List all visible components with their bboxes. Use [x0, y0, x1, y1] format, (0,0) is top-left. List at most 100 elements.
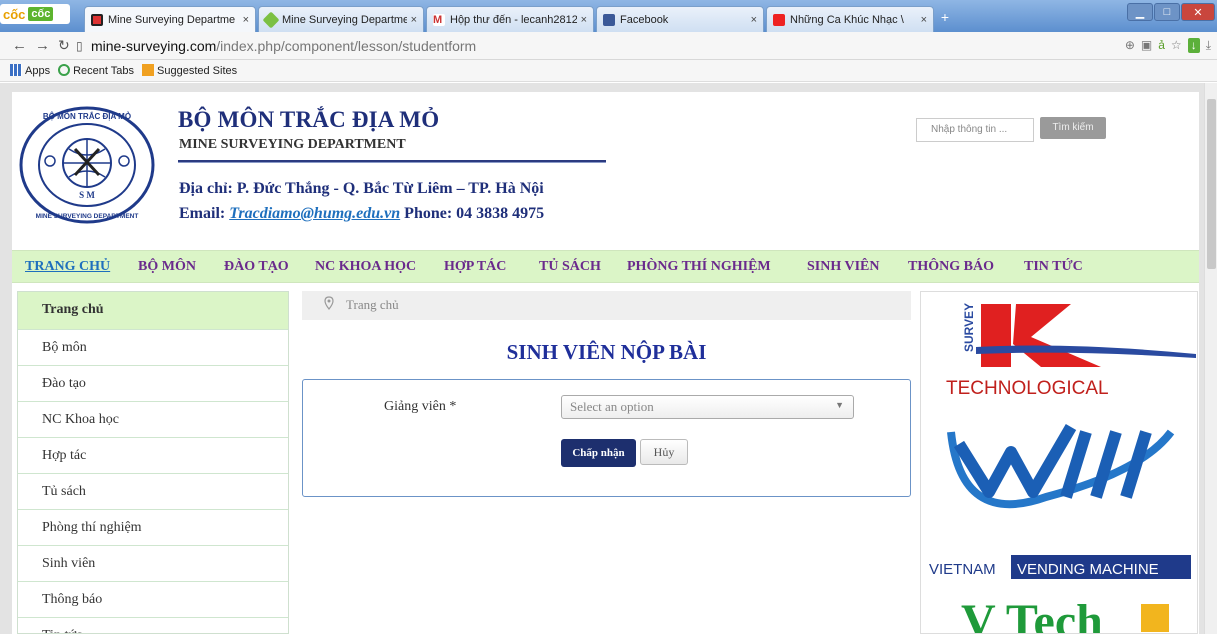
- tab-title: Facebook: [620, 13, 669, 26]
- main-menu: TRANG CHỦ BỘ MÔN ĐÀO TẠO NC KHOA HỌC HỢP…: [12, 250, 1199, 283]
- dictionary-icon[interactable]: ả: [1158, 38, 1165, 53]
- ad2-right-text: VENDING MACHINE: [1017, 561, 1159, 578]
- menu-item-tin-tuc[interactable]: TIN TỨC: [1024, 259, 1083, 275]
- star-icon[interactable]: ☆: [1171, 38, 1182, 53]
- lecturer-label: Giảng viên *: [384, 399, 457, 414]
- maximize-button[interactable]: □: [1154, 3, 1180, 21]
- breadcrumb-home[interactable]: Trang chủ: [346, 297, 399, 312]
- menu-item-tu-sach[interactable]: TỦ SÁCH: [539, 259, 601, 275]
- menu-item-hop-tac[interactable]: HỢP TÁC: [444, 259, 506, 275]
- close-icon[interactable]: ×: [407, 14, 417, 26]
- email-link[interactable]: Tracdiamo@humg.edu.vn: [229, 205, 400, 222]
- lecturer-select[interactable]: Select an option ▼: [561, 395, 854, 419]
- apps-icon: [10, 64, 22, 76]
- tab-mine-surveying-2[interactable]: Mine Surveying Departme ×: [258, 6, 424, 32]
- close-icon[interactable]: ×: [577, 14, 587, 26]
- site-subtitle: MINE SURVEYING DEPARTMENT: [179, 137, 406, 152]
- ad-vietnam-vending[interactable]: VIETNAM VENDING MACHINE: [929, 423, 1191, 579]
- sidebar-item-tu-sach[interactable]: Tủ sách: [18, 474, 288, 510]
- url-path: /index.php/component/lesson/studentform: [216, 38, 477, 54]
- bookmark-suggested-sites[interactable]: Suggested Sites: [142, 64, 237, 77]
- select-placeholder: Select an option: [570, 399, 654, 414]
- search-input[interactable]: Nhập thông tin ...: [916, 118, 1034, 142]
- ad-nk-technological[interactable]: SURVEY TECHNOLOGICAL: [946, 303, 1196, 399]
- menu-item-dao-tao[interactable]: ĐÀO TẠO: [224, 259, 289, 275]
- contact-line: Email: Tracdiamo@humg.edu.vn Phone: 04 3…: [179, 205, 544, 223]
- tab-bar: cốc cốc Mine Surveying Departme × Mine Su…: [0, 0, 1217, 32]
- close-icon[interactable]: ×: [917, 14, 927, 26]
- zoom-icon[interactable]: ⊕: [1125, 38, 1135, 53]
- department-logo-icon: S M BỘ MÔN TRẮC ĐỊA MỎ MINE SURVEYING DE…: [19, 106, 155, 224]
- location-pin-icon: [324, 296, 334, 310]
- minimize-button[interactable]: ▁: [1127, 3, 1153, 21]
- close-icon[interactable]: ×: [747, 14, 757, 26]
- menu-item-sinh-vien[interactable]: SINH VIÊN: [807, 259, 880, 275]
- tab-title: Những Ca Khúc Nhạc \: [790, 13, 904, 26]
- sidebar-item-trang-chu[interactable]: Trang chủ: [18, 292, 288, 330]
- menu-item-nc-khoa-hoc[interactable]: NC KHOA HỌC: [315, 259, 416, 275]
- logo-text-bottom: MINE SURVEYING DEPARTMENT: [36, 213, 139, 220]
- submit-button[interactable]: Chấp nhận: [561, 439, 636, 467]
- bookmark-apps[interactable]: Apps: [10, 64, 50, 77]
- chevron-down-icon: ▼: [835, 400, 844, 410]
- ad1-text: TECHNOLOGICAL: [946, 378, 1109, 399]
- bookmarks-bar: Apps Recent Tabs Suggested Sites: [0, 60, 1217, 82]
- tab-youtube[interactable]: Những Ca Khúc Nhạc \ ×: [766, 6, 934, 32]
- scrollbar-thumb[interactable]: [1207, 99, 1216, 269]
- forward-icon[interactable]: →: [35, 37, 50, 54]
- sidebar-item-tin-tuc[interactable]: Tin tức: [18, 618, 288, 633]
- header-divider: [178, 160, 606, 163]
- download-arrow-icon[interactable]: ↓: [1187, 38, 1200, 53]
- url-field[interactable]: mine-surveying.com/index.php/component/l…: [91, 38, 476, 54]
- site-name[interactable]: BỘ MÔN TRẮC ĐỊA MỎ: [178, 107, 439, 133]
- search-button[interactable]: Tìm kiếm: [1040, 117, 1106, 139]
- address-bar-icons: ⊕ ▣ ả ☆ ↓ ⤓: [1125, 38, 1211, 53]
- tab-title: Mine Surveying Departme: [282, 13, 407, 26]
- ad-vtech[interactable]: V Tech: [961, 595, 1169, 634]
- close-window-button[interactable]: ✕: [1181, 3, 1215, 21]
- reload-icon[interactable]: ↻: [58, 37, 70, 54]
- translate-icon[interactable]: ▣: [1141, 38, 1152, 53]
- breadcrumb: Trang chủ: [302, 291, 911, 320]
- logo-text-top: BỘ MÔN TRẮC ĐỊA MỎ: [43, 112, 131, 121]
- sidebar-item-sinh-vien[interactable]: Sinh viên: [18, 546, 288, 582]
- address-text: Địa chỉ: P. Đức Thắng - Q. Bắc Từ Liêm –…: [179, 180, 544, 197]
- downloads-icon[interactable]: ⤓: [1206, 38, 1211, 53]
- browser-logo[interactable]: cốc cốc: [0, 4, 70, 24]
- bookmark-recent-tabs[interactable]: Recent Tabs: [58, 64, 134, 77]
- cancel-button[interactable]: Hủy: [640, 439, 688, 465]
- menu-item-phong-thi-nghiem[interactable]: PHÒNG THÍ NGHIỆM: [627, 259, 771, 275]
- facebook-icon: [603, 13, 615, 26]
- sidebar-item-dao-tao[interactable]: Đào tạo: [18, 366, 288, 402]
- bookmark-label: Recent Tabs: [73, 65, 135, 77]
- sidebar-item-bo-mon[interactable]: Bộ môn: [18, 330, 288, 366]
- sidebar-item-phong-thi-nghiem[interactable]: Phòng thí nghiệm: [18, 510, 288, 546]
- ad1-side-text: SURVEY: [962, 303, 976, 352]
- back-icon[interactable]: ←: [12, 37, 27, 54]
- new-tab-button[interactable]: +: [936, 10, 954, 24]
- bookmark-label: Suggested Sites: [157, 65, 238, 77]
- gmail-icon: M: [433, 13, 445, 26]
- menu-item-trang-chu[interactable]: TRANG CHỦ: [25, 259, 110, 275]
- menu-item-thong-bao[interactable]: THÔNG BÁO: [908, 259, 994, 275]
- tab-gmail[interactable]: M Hộp thư đến - lecanh2812( ×: [426, 6, 594, 32]
- sidebar-item-nc-khoa-hoc[interactable]: NC Khoa học: [18, 402, 288, 438]
- vertical-scrollbar[interactable]: [1204, 83, 1217, 634]
- site-favicon-icon: [262, 11, 280, 28]
- tab-title: Hộp thư đến - lecanh2812(: [450, 13, 577, 26]
- address-bar: ← → ↻ ▯ mine-surveying.com/index.php/com…: [0, 32, 1217, 60]
- ad2-left-text: VIETNAM: [929, 561, 996, 578]
- page-title: SINH VIÊN NỘP BÀI: [506, 340, 707, 364]
- tab-facebook[interactable]: Facebook ×: [596, 6, 764, 32]
- recent-tabs-icon: [58, 64, 71, 76]
- menu-item-bo-mon[interactable]: BỘ MÔN: [138, 259, 196, 275]
- tab-mine-surveying-1[interactable]: Mine Surveying Departme ×: [84, 6, 256, 32]
- close-icon[interactable]: ×: [239, 14, 249, 26]
- ad3-text: V Tech: [961, 595, 1103, 634]
- svg-text:S M: S M: [79, 190, 95, 200]
- sidebar-item-thong-bao[interactable]: Thông báo: [18, 582, 288, 618]
- sidebar-item-hop-tac[interactable]: Hợp tác: [18, 438, 288, 474]
- bing-icon: [142, 64, 155, 76]
- phone-text: Phone: 04 3838 4975: [400, 205, 545, 222]
- tab-title: Mine Surveying Departme: [108, 13, 236, 26]
